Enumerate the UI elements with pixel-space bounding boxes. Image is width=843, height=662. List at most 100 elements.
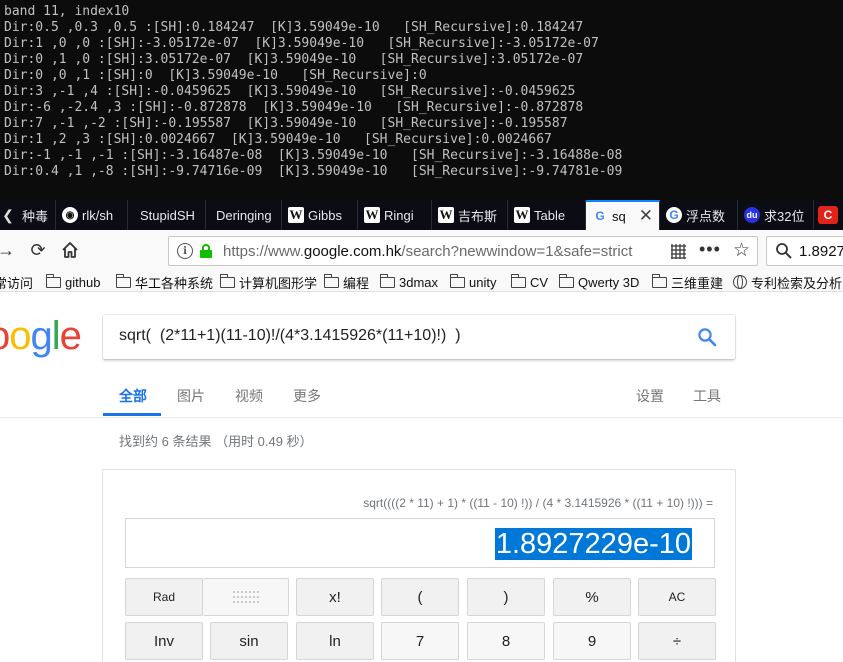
browser-tab[interactable]: 种毒 — [16, 200, 56, 230]
url-path: /search?newwindow=1&safe=strict — [401, 243, 633, 260]
lock-icon[interactable] — [200, 244, 212, 258]
url-text[interactable]: https://www.google.com.hk/search?newwind… — [223, 243, 665, 261]
tab-more[interactable]: 更多 — [293, 386, 321, 406]
tab-all[interactable]: 全部 — [119, 386, 147, 406]
logo-letter: o — [0, 314, 10, 358]
info-icon[interactable]: i — [177, 243, 193, 259]
close-tab-icon[interactable]: ✕ — [639, 206, 653, 226]
reload-icon[interactable]: ⟳ — [26, 238, 50, 262]
browser-tab[interactable]: ◉ rlk/sh — [56, 200, 128, 230]
search-icon[interactable] — [697, 327, 717, 347]
bookmark-star-icon[interactable]: ☆ — [733, 239, 750, 262]
url-host: google.com.hk — [303, 243, 402, 260]
console-line: Dir:0.4 ,1 ,-8 :[SH]:-9.74716e-09 [K]3.5… — [4, 164, 623, 179]
tab-settings[interactable]: 设置 — [636, 386, 664, 406]
tab-scroll-left-icon[interactable]: ❮ — [0, 200, 16, 230]
all-clear-button[interactable]: AC — [638, 578, 716, 616]
inverse-button[interactable]: Inv — [125, 622, 203, 660]
percent-button[interactable]: % — [553, 578, 631, 616]
bookmark-folder[interactable]: Qwerty 3D — [559, 273, 639, 291]
bookmark-label: 编程 — [343, 275, 370, 291]
bookmark-label: 三维重建 — [671, 275, 724, 291]
console-line: band 11, index10 — [4, 4, 130, 19]
bookmark-item[interactable]: 常访问 — [0, 273, 33, 291]
bookmark-folder[interactable]: 三维重建 — [652, 273, 723, 291]
url-bar[interactable]: i https://www.google.com.hk/search?newwi… — [168, 236, 758, 266]
console-line: Dir:0 ,1 ,0 :[SH]:3.05172e-07 [K]3.59049… — [4, 52, 584, 67]
tab-label: 求32位 — [764, 208, 805, 224]
browser-tab[interactable]: du 求32位 — [738, 200, 814, 230]
active-tab-indicator — [103, 413, 161, 416]
console-line: Dir:3 ,-1 ,4 :[SH]:-0.0459625 [K]3.59049… — [4, 84, 576, 99]
app-icon[interactable]: C — [818, 206, 838, 224]
tab-images[interactable]: 图片 — [177, 386, 205, 406]
digit-9-button[interactable]: 9 — [553, 622, 631, 660]
bookmark-folder[interactable]: 计算机图形学 — [220, 273, 317, 291]
bookmark-label: 常访问 — [0, 275, 34, 291]
digit-7-button[interactable]: 7 — [381, 622, 459, 660]
forward-icon[interactable]: → — [0, 238, 18, 262]
browser-tab[interactable]: Deringing — [206, 200, 282, 230]
tab-label: rlk/sh — [82, 207, 114, 223]
google-logo[interactable]: oogle — [0, 314, 82, 358]
wikipedia-icon: W — [514, 207, 530, 223]
search-box-value: 1.8927 — [799, 243, 843, 260]
browser-tab[interactable]: W Table — [508, 200, 586, 230]
console-line: Dir:-6 ,-2.4 ,3 :[SH]:-0.872878 [K]3.590… — [4, 100, 584, 115]
wikipedia-icon: W — [364, 207, 380, 223]
folder-icon — [511, 273, 526, 288]
wikipedia-icon: W — [438, 207, 454, 223]
console-line: Dir:7 ,-1 ,-2 :[SH]:-0.195587 [K]3.59049… — [4, 116, 568, 131]
ln-button[interactable]: ln — [296, 622, 374, 660]
logo-letter: o — [9, 314, 31, 358]
url-scheme: https://www. — [223, 243, 304, 260]
logo-letter: e — [59, 314, 82, 358]
rad-button[interactable]: Rad — [125, 578, 203, 616]
open-paren-button[interactable]: ( — [381, 578, 459, 616]
bookmark-label: 专利检索及分析 — [751, 275, 843, 291]
calculator-display[interactable]: 1.8927229e-10 — [125, 518, 715, 568]
browser-tab[interactable]: StupidSH — [128, 200, 206, 230]
browser-tab[interactable]: W 吉布斯 — [432, 200, 508, 230]
search-query-box[interactable]: sqrt( (2*11+1)(11-10)!/(4*3.1415926*(11+… — [103, 315, 735, 359]
bookmark-folder[interactable]: 华工各种系统 — [116, 273, 213, 291]
calculator-result[interactable]: 1.8927229e-10 — [494, 528, 692, 560]
digit-8-button[interactable]: 8 — [467, 622, 545, 660]
browser-tab[interactable]: W Ringi — [358, 200, 432, 230]
search-box[interactable]: 1.8927 — [766, 236, 843, 266]
close-paren-button[interactable]: ) — [467, 578, 545, 616]
console-line: Dir:0.5 ,0.3 ,0.5 :[SH]:0.184247 [K]3.59… — [4, 20, 584, 35]
folder-icon — [324, 273, 339, 288]
bookmark-label: 计算机图形学 — [239, 275, 318, 291]
bookmark-folder[interactable]: github — [46, 273, 100, 291]
folder-icon — [450, 273, 465, 288]
bookmark-folder[interactable]: 3dmax — [380, 273, 438, 291]
home-icon[interactable] — [58, 238, 82, 262]
qr-code-icon[interactable] — [671, 244, 686, 259]
google-icon: G — [592, 208, 608, 224]
tab-tools[interactable]: 工具 — [693, 386, 721, 406]
tab-videos[interactable]: 视频 — [235, 386, 263, 406]
sin-button[interactable]: sin — [210, 622, 288, 660]
browser-tab[interactable]: G 浮点数 — [660, 200, 738, 230]
calculator-widget: sqrt((((2 * 11) + 1) * ((11 - 10) !)) / … — [102, 469, 736, 662]
result-stats: 找到约 6 条结果 （用时 0.49 秒） — [119, 434, 313, 449]
divide-button[interactable]: ÷ — [638, 622, 716, 660]
bookmark-item[interactable]: 专利检索及分析 — [733, 273, 842, 291]
dotted-grid-icon — [232, 591, 259, 603]
bookmark-folder[interactable]: unity — [450, 273, 496, 291]
page-actions-icon[interactable]: ••• — [699, 239, 721, 260]
console-line: Dir:-1 ,-1 ,-1 :[SH]:-3.16487e-08 [K]3.5… — [4, 148, 623, 163]
bookmark-label: 华工各种系统 — [135, 275, 214, 291]
bookmark-folder[interactable]: CV — [511, 273, 548, 291]
deg-toggle[interactable] — [203, 578, 289, 616]
google-icon: G — [666, 207, 682, 223]
search-query-text[interactable]: sqrt( (2*11+1)(11-10)!/(4*3.1415926*(11+… — [119, 327, 461, 345]
browser-tab-active[interactable]: Gsq ✕ — [586, 200, 660, 230]
tab-label: sq — [612, 208, 626, 224]
folder-icon — [380, 273, 395, 288]
factorial-button[interactable]: x! — [296, 578, 374, 616]
bookmark-folder[interactable]: 编程 — [324, 273, 369, 291]
browser-tab[interactable]: W Gibbs — [282, 200, 358, 230]
bookmark-label: unity — [469, 274, 497, 290]
